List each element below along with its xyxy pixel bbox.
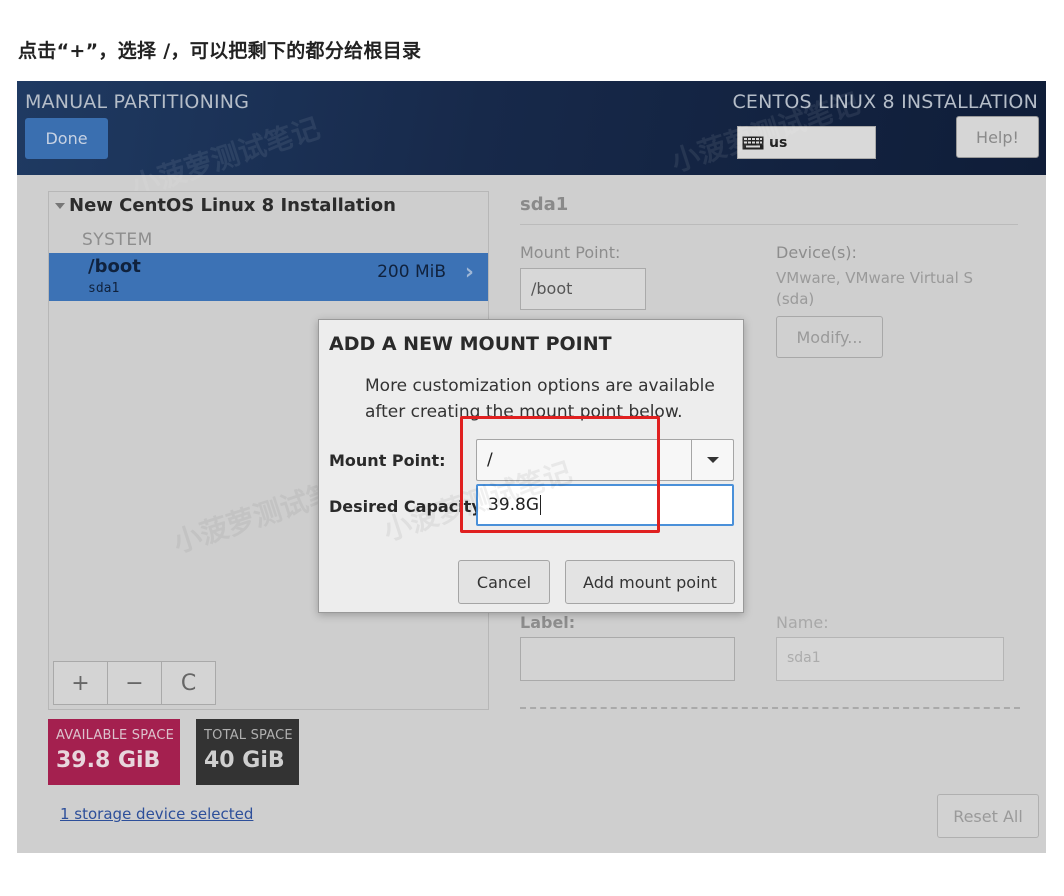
- partition-mount-point: /boot: [88, 256, 141, 277]
- chevron-down-icon: [706, 457, 719, 463]
- available-space-label: AVAILABLE SPACE: [56, 728, 175, 743]
- divider: [520, 224, 1018, 225]
- done-button[interactable]: Done: [25, 118, 108, 159]
- dashed-divider: [520, 707, 1020, 709]
- chevron-right-icon: ›: [464, 260, 474, 285]
- details-mount-point-field[interactable]: /boot: [520, 268, 646, 310]
- storage-devices-link[interactable]: 1 storage device selected: [60, 805, 253, 823]
- help-button[interactable]: Help!: [956, 116, 1039, 158]
- details-title: sda1: [520, 194, 569, 215]
- refresh-button[interactable]: C: [161, 661, 216, 705]
- details-mount-point-label: Mount Point:: [520, 243, 621, 262]
- details-label-field[interactable]: [520, 637, 735, 681]
- add-partition-button[interactable]: +: [53, 661, 108, 705]
- details-name-label: Name:: [776, 613, 829, 632]
- dialog-mount-point-label: Mount Point:: [329, 451, 446, 470]
- partition-row-boot[interactable]: /boot sda1 200 MiB ›: [49, 253, 488, 301]
- installation-group[interactable]: New CentOS Linux 8 Installation: [55, 195, 396, 216]
- details-label-label: Label:: [520, 613, 576, 632]
- reset-all-button[interactable]: Reset All: [937, 794, 1039, 838]
- page-title: MANUAL PARTITIONING: [25, 91, 250, 113]
- available-space-badge: AVAILABLE SPACE 39.8 GiB: [48, 719, 180, 785]
- annotation-highlight-box: [460, 416, 660, 533]
- section-label-system: SYSTEM: [82, 230, 153, 250]
- details-devices-value: VMware, VMware Virtual S (sda): [776, 269, 974, 308]
- partition-size: 200 MiB: [377, 262, 446, 282]
- installer-header: MANUAL PARTITIONING Done CENTOS LINUX 8 …: [17, 81, 1046, 203]
- dialog-title: ADD A NEW MOUNT POINT: [329, 333, 612, 355]
- details-name-field[interactable]: sda1: [776, 637, 1004, 681]
- add-mount-point-button[interactable]: Add mount point: [565, 560, 735, 604]
- total-space-label: TOTAL SPACE: [204, 728, 293, 743]
- available-space-value: 39.8 GiB: [56, 748, 161, 773]
- installation-group-label: New CentOS Linux 8 Installation: [69, 195, 396, 216]
- total-space-badge: TOTAL SPACE 40 GiB: [196, 719, 299, 785]
- installer-screenshot: MANUAL PARTITIONING Done CENTOS LINUX 8 …: [17, 81, 1046, 853]
- partition-device: sda1: [88, 281, 120, 296]
- page-caption: 点击“+”，选择 /，可以把剩下的都分给根目录: [18, 40, 422, 62]
- details-devices-label: Device(s):: [776, 243, 857, 262]
- cancel-button[interactable]: Cancel: [458, 560, 550, 604]
- modify-button[interactable]: Modify...: [776, 316, 883, 358]
- collapse-triangle-icon: [55, 202, 65, 209]
- combobox-toggle-button[interactable]: [691, 440, 733, 480]
- partition-toolbar: + − C: [53, 661, 216, 705]
- remove-partition-button[interactable]: −: [107, 661, 162, 705]
- total-space-value: 40 GiB: [204, 748, 285, 773]
